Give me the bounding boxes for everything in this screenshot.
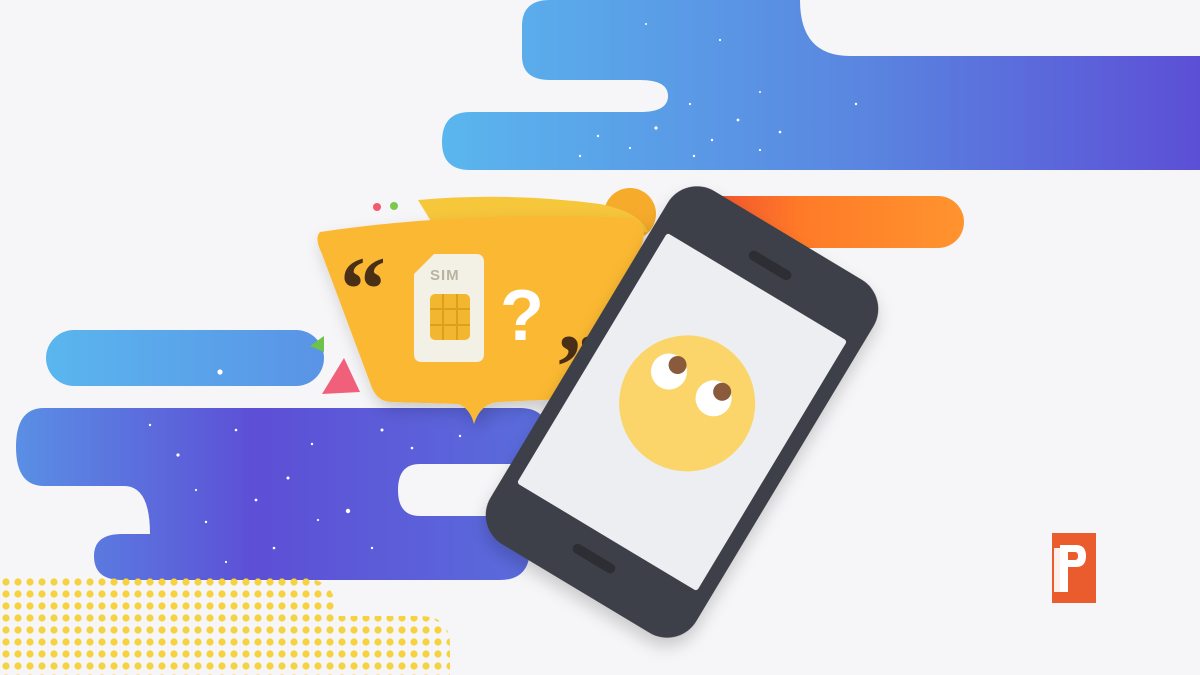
sim-card-icon: SIM xyxy=(414,254,484,362)
payette-forward-logo-icon xyxy=(1052,533,1096,603)
small-red-dot xyxy=(373,203,381,211)
question-mark-icon: ? xyxy=(500,276,544,356)
left-blue-pill xyxy=(46,330,324,386)
hero-illustration: “ ” SIM ? xyxy=(0,0,1200,675)
open-quote-mark: “ xyxy=(340,238,386,340)
small-green-dot xyxy=(390,202,398,210)
illustration-canvas: “ ” SIM ? xyxy=(0,0,1200,675)
sim-card-label: SIM xyxy=(430,267,460,284)
